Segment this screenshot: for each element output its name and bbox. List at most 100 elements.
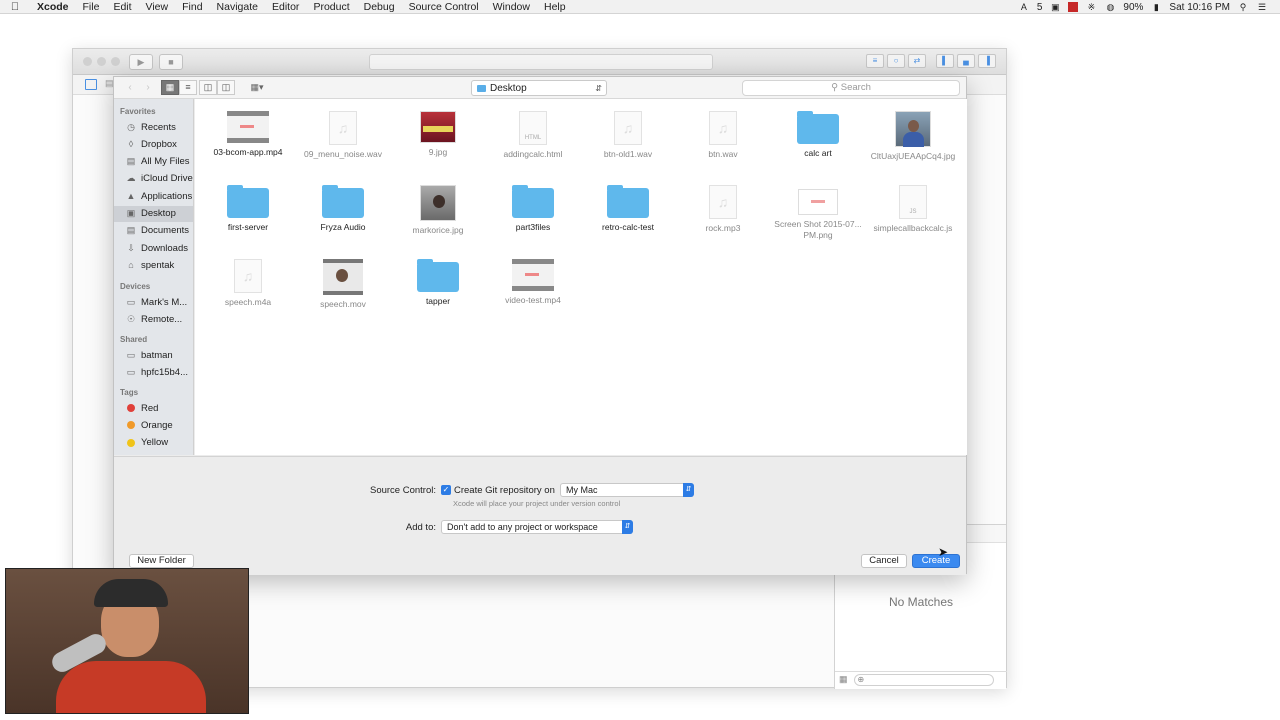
wifi-icon[interactable]: ◍ [1104, 2, 1116, 12]
column-view-button[interactable]: ◫ [199, 80, 217, 95]
sidebar-item[interactable]: ◊ Dropbox [114, 136, 193, 152]
version-editor-icon[interactable]: ⇄ [908, 54, 926, 68]
sidebar-item[interactable]: ▭ Mark's M... [114, 294, 193, 310]
utilities-toggle-icon[interactable]: ▐ [978, 54, 996, 68]
library-filter-field[interactable]: ⊕ [853, 673, 994, 686]
menu-source-control[interactable]: Source Control [402, 1, 486, 13]
sidebar-item[interactable]: ☁ iCloud Drive [114, 171, 193, 187]
sidebar-item[interactable]: Yellow [114, 435, 193, 451]
spotlight-icon[interactable]: ⚲ [1237, 2, 1249, 12]
sidebar-item[interactable]: Orange [114, 417, 193, 433]
cancel-button[interactable]: Cancel [861, 554, 907, 568]
record-icon[interactable] [1068, 2, 1079, 12]
forward-arrow-icon[interactable]: › [140, 82, 156, 94]
add-to-popup[interactable]: Don't add to any project or workspace ⇵ [441, 520, 633, 534]
desktop-icon: ▣ [126, 208, 136, 218]
folder-item[interactable]: calc art [773, 111, 863, 159]
file-item[interactable]: speech.mov [298, 259, 388, 310]
file-item[interactable]: ♫ btn-old1.wav [583, 111, 673, 160]
bluetooth-icon[interactable]: ※ [1085, 2, 1097, 12]
project-navigator-icon[interactable] [85, 79, 97, 90]
debug-toggle-icon[interactable]: ▄ [957, 54, 975, 68]
standard-editor-icon[interactable]: ≡ [866, 54, 884, 68]
new-folder-button[interactable]: New Folder [129, 554, 194, 568]
clock[interactable]: Sat 10:16 PM [1169, 2, 1230, 13]
folder-item[interactable]: retro-calc-test [583, 185, 673, 233]
grid-view-icon[interactable]: ▦ [839, 674, 848, 685]
menu-file[interactable]: File [76, 1, 107, 13]
location-popup[interactable]: Desktop ⇵ [471, 80, 607, 96]
file-item[interactable]: ♫ 09_menu_noise.wav [298, 111, 388, 160]
minimize-window-icon[interactable] [97, 57, 106, 66]
audio-file-icon: ♫ [329, 111, 357, 145]
create-git-checkbox[interactable]: ✓ [441, 485, 451, 495]
battery-icon[interactable]: ▮ [1150, 2, 1162, 12]
battery-percent: 90% [1123, 1, 1144, 13]
file-item[interactable]: HTML addingcalc.html [488, 111, 578, 160]
assistant-editor-icon[interactable]: ○ [887, 54, 905, 68]
navigator-toggle-icon[interactable]: ▌ [936, 54, 954, 68]
notification-center-icon[interactable]: ☰ [1256, 2, 1268, 12]
sidebar-item[interactable]: ▤ All My Files [114, 154, 193, 170]
folder-icon [607, 185, 649, 218]
menu-view[interactable]: View [139, 1, 176, 13]
file-item[interactable]: JS simplecallbackcalc.js [868, 185, 958, 234]
file-item[interactable]: 03-bcom-app.mp4 [203, 111, 293, 158]
webcam-person-cap [94, 579, 168, 607]
sidebar-item[interactable]: ☉ Remote... [114, 311, 193, 327]
sidebar-item[interactable]: ▤ Documents [114, 223, 193, 239]
file-item[interactable]: video-test.mp4 [488, 259, 578, 306]
search-field[interactable]: ⚲ Search [742, 80, 960, 96]
menu-edit[interactable]: Edit [106, 1, 138, 13]
file-name: 09_menu_noise.wav [304, 149, 382, 159]
menu-find[interactable]: Find [175, 1, 209, 13]
file-item[interactable]: 9.jpg [393, 111, 483, 158]
menu-product[interactable]: Product [306, 1, 356, 13]
file-item[interactable]: Screen Shot 2015-07...PM.png [773, 185, 863, 240]
menu-app-xcode[interactable]: Xcode [30, 1, 76, 13]
sidebar-item[interactable]: ◷ Recents [114, 119, 193, 135]
screen-icon[interactable]: ▣ [1049, 2, 1061, 12]
coverflow-view-button[interactable]: ◫ [217, 80, 235, 95]
sidebar-item[interactable]: ▭ batman [114, 347, 193, 363]
stop-button[interactable]: ■ [159, 54, 183, 70]
sidebar-item[interactable]: ▭ hpfc15b4... [114, 364, 193, 380]
file-item[interactable]: ♫ btn.wav [678, 111, 768, 160]
menu-debug[interactable]: Debug [357, 1, 402, 13]
sidebar-item-label: spentak [141, 259, 175, 271]
folder-item[interactable]: Fryza Audio [298, 185, 388, 233]
folder-item[interactable]: first-server [203, 185, 293, 233]
arrange-button[interactable]: ▦▾ [246, 80, 268, 95]
file-item[interactable]: ♫ speech.m4a [203, 259, 293, 308]
sidebar-item-label: Recents [141, 121, 176, 133]
create-button[interactable]: Create [912, 554, 960, 568]
menu-window[interactable]: Window [486, 1, 537, 13]
file-item[interactable]: CltUaxjUEAApCq4.jpg [868, 111, 958, 162]
folder-item[interactable]: tapper [393, 259, 483, 307]
menu-navigate[interactable]: Navigate [210, 1, 265, 13]
icon-view-button[interactable]: ▦ [161, 80, 179, 95]
sidebar-item[interactable]: ▲ Applications [114, 188, 193, 204]
close-window-icon[interactable] [83, 57, 92, 66]
zoom-window-icon[interactable] [111, 57, 120, 66]
git-target-popup[interactable]: My Mac ⇵ [560, 483, 694, 497]
run-button[interactable]: ▶ [129, 54, 153, 70]
create-git-label[interactable]: Create Git repository on [454, 485, 555, 496]
list-view-button[interactable]: ≡ [179, 80, 197, 95]
xcode-toolbar: ▶ ■ ≡ ○ ⇄ ▌ ▄ ▐ [73, 49, 1006, 75]
folder-item[interactable]: part3files [488, 185, 578, 233]
sidebar-item[interactable]: ⌂ spentak [114, 257, 193, 273]
location-label: Desktop [490, 82, 527, 94]
image-thumbnail [420, 111, 456, 143]
sidebar-item[interactable]: ▣ Desktop [114, 205, 193, 222]
audio-file-icon: ♫ [234, 259, 262, 293]
file-item[interactable]: ♫ rock.mp3 [678, 185, 768, 234]
back-arrow-icon[interactable]: ‹ [122, 82, 138, 94]
sidebar-item[interactable]: ⇩ Downloads [114, 240, 193, 256]
menu-help[interactable]: Help [537, 1, 573, 13]
menu-editor[interactable]: Editor [265, 1, 306, 13]
apple-menu-icon[interactable]:  [0, 1, 30, 13]
sidebar-item[interactable]: Red [114, 400, 193, 416]
adobe-icon[interactable]: A [1018, 2, 1030, 12]
file-item[interactable]: markorice.jpg [393, 185, 483, 236]
